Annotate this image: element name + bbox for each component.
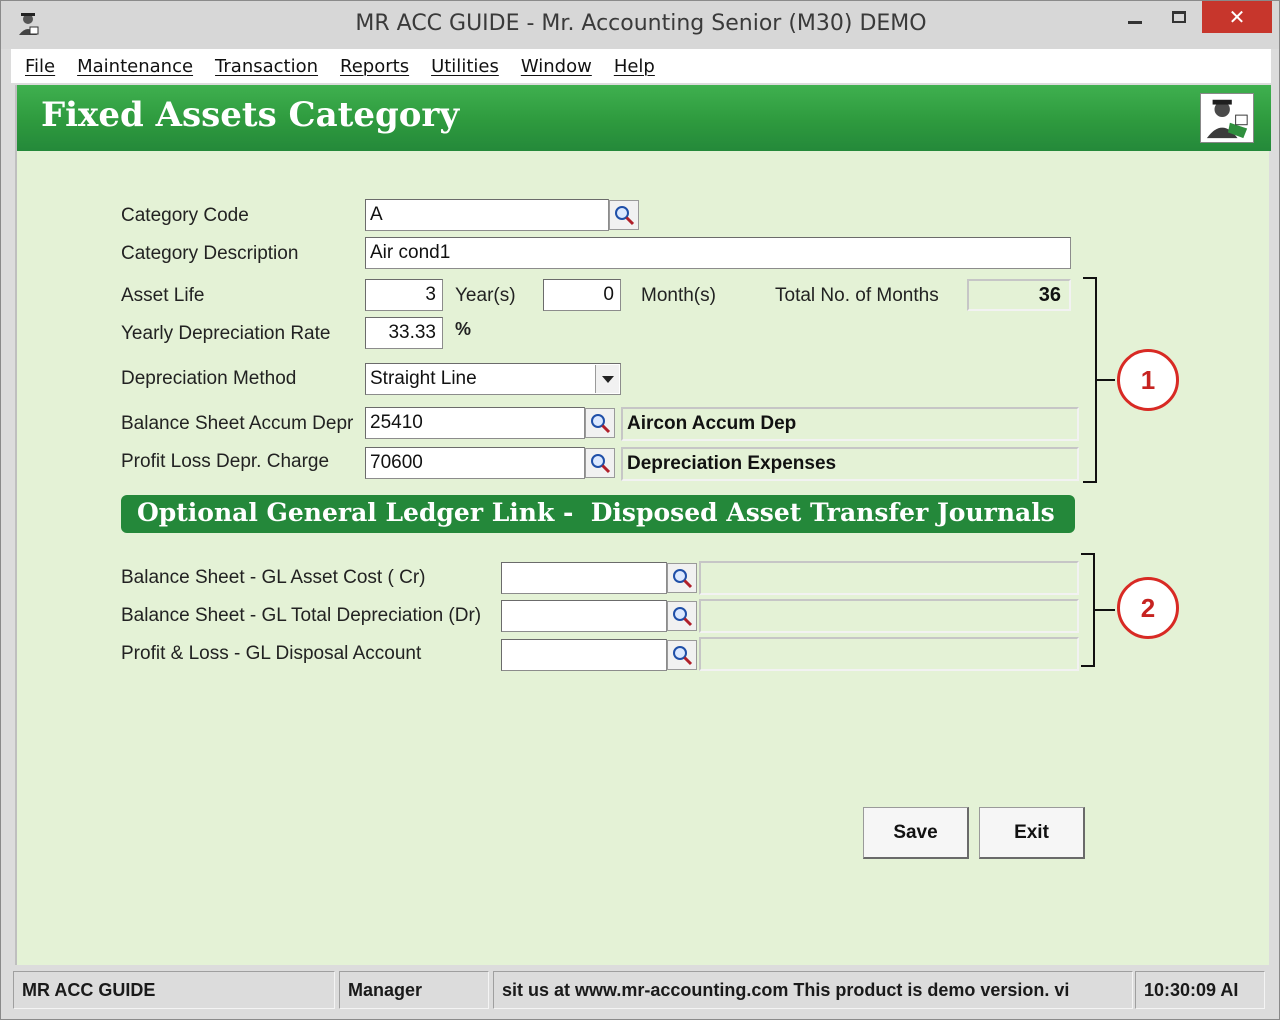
years-label: Year(s) (455, 285, 516, 306)
bs-accum-depr-lookup-button[interactable] (585, 408, 615, 438)
menu-maintenance[interactable]: Maintenance (77, 56, 193, 77)
months-label: Month(s) (641, 285, 716, 306)
pl-depr-charge-lookup-button[interactable] (585, 448, 615, 478)
close-button[interactable]: ✕ (1202, 1, 1272, 33)
save-button[interactable]: Save (863, 807, 969, 859)
status-bar: MR ACC GUIDE Manager sit us at www.mr-ac… (11, 967, 1271, 1013)
gl-asset-cost-label: Balance Sheet - GL Asset Cost ( Cr) (121, 567, 426, 588)
menu-reports[interactable]: Reports (340, 56, 409, 77)
asset-life-years-input[interactable]: 3 (365, 279, 443, 311)
gl-asset-cost-lookup-button[interactable] (667, 563, 697, 593)
depreciation-method-label: Depreciation Method (121, 368, 297, 389)
category-description-label: Category Description (121, 243, 299, 264)
total-months-label: Total No. of Months (775, 285, 939, 306)
magnifier-icon (591, 414, 611, 434)
title-bar[interactable]: MR ACC GUIDE - Mr. Accounting Senior (M3… (1, 1, 1279, 49)
category-code-input[interactable]: A (365, 199, 609, 231)
depreciation-method-select[interactable]: Straight Line (365, 363, 621, 395)
bs-accum-depr-input[interactable]: 25410 (365, 407, 585, 439)
gl-total-depr-name (699, 599, 1079, 633)
magnifier-icon (591, 454, 611, 474)
menu-transaction[interactable]: Transaction (215, 56, 318, 77)
window-title: MR ACC GUIDE - Mr. Accounting Senior (M3… (355, 11, 927, 36)
chevron-down-icon (601, 375, 614, 383)
gl-asset-cost-input[interactable] (501, 562, 667, 594)
magnifier-icon (673, 607, 693, 627)
callout-1: 1 (1117, 349, 1179, 411)
gl-total-depr-label: Balance Sheet - GL Total Depreciation (D… (121, 605, 482, 626)
status-time: 10:30:09 AI (1135, 971, 1265, 1009)
gl-disposal-input[interactable] (501, 639, 667, 671)
group-bracket-2 (1081, 553, 1095, 667)
minimize-button[interactable] (1113, 1, 1157, 33)
exit-button[interactable]: Exit (979, 807, 1085, 859)
application-window: MR ACC GUIDE - Mr. Accounting Senior (M3… (0, 0, 1280, 1020)
category-code-label: Category Code (121, 205, 249, 226)
bs-accum-depr-name: Aircon Accum Dep (621, 407, 1079, 441)
group-bracket-1-tick (1097, 379, 1115, 381)
category-description-input[interactable]: Air cond1 (365, 237, 1071, 269)
pl-depr-charge-label: Profit Loss Depr. Charge (121, 451, 330, 472)
group-bracket-1 (1083, 277, 1097, 483)
bs-accum-depr-label: Balance Sheet Accum Depr (121, 413, 354, 434)
depreciation-method-value: Straight Line (370, 368, 477, 389)
total-months-value: 36 (967, 279, 1071, 311)
close-icon: ✕ (1228, 5, 1246, 29)
gl-asset-cost-name (699, 561, 1079, 595)
menu-help[interactable]: Help (614, 56, 655, 77)
callout-2: 2 (1117, 577, 1179, 639)
gl-link-section-title: Optional General Ledger Link - Disposed … (137, 498, 1055, 527)
menu-utilities[interactable]: Utilities (431, 56, 499, 77)
group-bracket-2-tick (1095, 609, 1115, 611)
pl-depr-charge-name: Depreciation Expenses (621, 447, 1079, 481)
magnifier-icon (673, 569, 693, 589)
page-banner: Fixed Assets Category (17, 85, 1271, 151)
magnifier-icon (615, 206, 635, 226)
asset-life-label: Asset Life (121, 285, 205, 306)
gl-disposal-label: Profit & Loss - GL Disposal Account (121, 643, 422, 664)
gl-total-depr-lookup-button[interactable] (667, 601, 697, 631)
minimize-icon (1128, 20, 1142, 24)
depreciation-method-dropdown-button[interactable] (595, 365, 619, 393)
menu-bar: File Maintenance Transaction Reports Uti… (11, 49, 1271, 83)
gl-disposal-lookup-button[interactable] (667, 640, 697, 670)
gl-disposal-name (699, 637, 1079, 671)
accountant-logo-icon (1200, 93, 1254, 143)
status-message: sit us at www.mr-accounting.com This pro… (493, 971, 1133, 1009)
gl-total-depr-input[interactable] (501, 600, 667, 632)
pl-depr-charge-input[interactable]: 70600 (365, 447, 585, 479)
form-area: Fixed Assets Category Category Code A Ca… (15, 85, 1271, 965)
asset-life-months-input[interactable]: 0 (543, 279, 621, 311)
percent-symbol: % (455, 319, 472, 339)
maximize-icon (1172, 11, 1186, 23)
depreciation-rate-input[interactable]: 33.33 (365, 317, 443, 349)
page-title: Fixed Assets Category (41, 95, 460, 135)
gl-link-section-header: Optional General Ledger Link - Disposed … (121, 495, 1075, 533)
menu-window[interactable]: Window (521, 56, 592, 77)
menu-file[interactable]: File (25, 56, 55, 77)
status-user: Manager (339, 971, 489, 1009)
category-code-lookup-button[interactable] (609, 200, 639, 230)
maximize-button[interactable] (1157, 1, 1201, 33)
magnifier-icon (673, 646, 693, 666)
depreciation-rate-label: Yearly Depreciation Rate (121, 323, 331, 344)
status-company: MR ACC GUIDE (13, 971, 335, 1009)
